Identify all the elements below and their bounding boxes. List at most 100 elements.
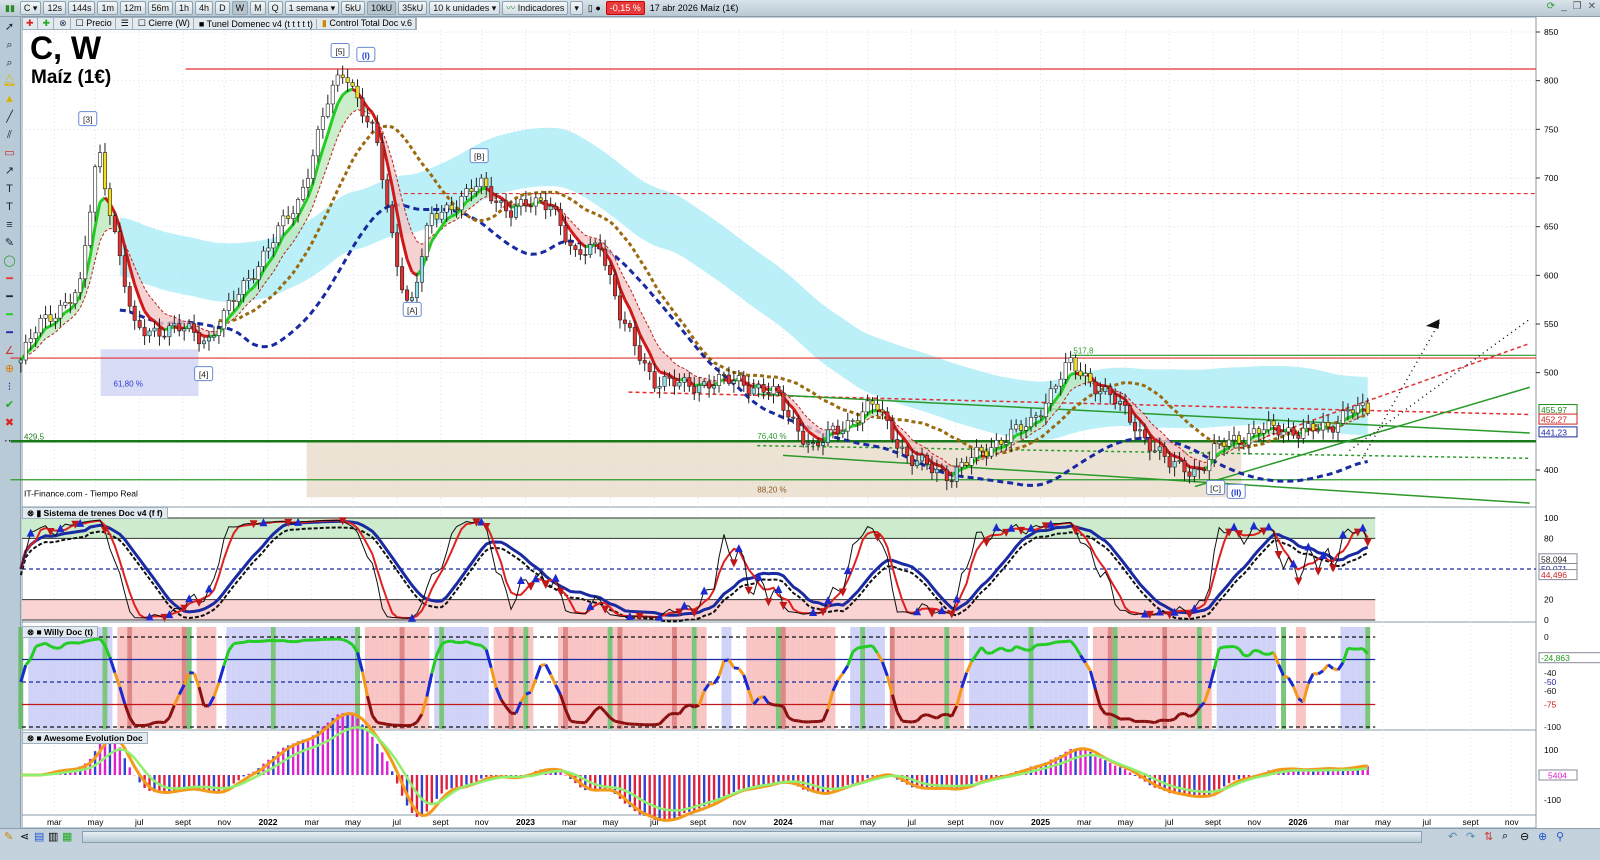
candle-body	[1177, 460, 1182, 462]
price-tick-label: 800	[1544, 76, 1558, 86]
ao-bar	[336, 714, 339, 775]
undo-icon[interactable]: ↶	[1448, 830, 1457, 843]
price-tag-label: 441,23	[1541, 427, 1567, 437]
condition-bar	[983, 627, 989, 729]
willy-line	[465, 640, 472, 645]
ao-bar	[658, 775, 661, 822]
panel-header-awesome: ⊗ ■ Awesome Evolution Doc	[22, 732, 148, 744]
candle-body	[939, 469, 944, 471]
layout-icon[interactable]: ▦	[62, 830, 72, 843]
panel-header-trenes: ⊗ ▮ Sistema de trenes Doc v4 (f f)	[22, 507, 168, 519]
legend-item-control[interactable]: ▮ Control Total Doc v.6	[319, 18, 417, 29]
willy-line	[238, 640, 244, 645]
condition-bar	[1246, 627, 1252, 729]
legend-item-tunel[interactable]: ■ Tunel Domenec v4 (t t t t t)	[196, 18, 317, 29]
candle-body	[588, 244, 593, 256]
autoscale-icon[interactable]: ⇅	[1484, 830, 1493, 843]
willy-line	[461, 640, 467, 645]
candle-body	[726, 374, 731, 384]
condition-bar	[1147, 627, 1153, 729]
candle-body	[548, 205, 553, 211]
candle-body	[306, 178, 311, 188]
condition-bar	[696, 627, 702, 729]
candle-body	[1222, 441, 1227, 447]
zoom-out-icon[interactable]: ⊖	[1520, 830, 1529, 843]
close-circle-icon[interactable]: ⊗	[56, 18, 71, 29]
willy-tick: 0	[1544, 632, 1549, 642]
add-green-icon[interactable]: ✚	[40, 18, 55, 29]
candle-body	[202, 340, 207, 345]
willy-line	[476, 643, 482, 647]
condition-bar	[518, 627, 524, 729]
price-tag-label: 452,27	[1541, 415, 1567, 425]
candle-body	[1048, 388, 1053, 404]
candle-body	[1266, 420, 1271, 431]
willy-line	[1050, 640, 1057, 646]
ao-bar	[742, 775, 745, 789]
horizontal-scrollbar[interactable]	[82, 831, 1422, 843]
condition-bar	[147, 627, 153, 729]
zoom-in-icon[interactable]: ⊕	[1538, 830, 1547, 843]
condition-bar	[211, 627, 217, 729]
condition-bar	[478, 627, 484, 729]
tunnel-fast-line	[1347, 414, 1354, 420]
candle-body	[1340, 410, 1345, 424]
condition-bar	[28, 627, 34, 729]
price-tick-label: 750	[1544, 124, 1558, 134]
bottom-toolbar: ✎ ⋖ ▤ ▥ ▦ ↶ ↷ ⇅ ⌕ ⊖ ⊕ ⚲	[0, 828, 1600, 860]
ao-bar	[653, 775, 656, 820]
ao-bar	[311, 735, 315, 775]
chat-icon[interactable]: ▤	[34, 830, 44, 843]
candle-body	[781, 392, 786, 411]
candle-body	[107, 188, 112, 217]
candle-body	[147, 330, 152, 337]
candle-body	[712, 385, 717, 389]
condition-bar	[597, 627, 603, 729]
legend-item-cierre[interactable]: ☐ Cierre (W)	[135, 18, 194, 29]
willy-line	[263, 639, 269, 643]
price-tag-label: 455,97	[1541, 405, 1567, 415]
candle-body	[1078, 370, 1083, 377]
condition-bar	[107, 627, 113, 729]
chart-canvas[interactable]: mar may jul sept nov 2022 mar may jul sept nov 2023…	[0, 0, 1600, 860]
willy-tick: -75	[1544, 700, 1557, 710]
template-icon[interactable]: ▥	[48, 830, 58, 843]
condition-bar	[379, 627, 385, 729]
candle-body	[915, 460, 920, 467]
willy-line	[94, 637, 101, 641]
willy-line	[995, 646, 1002, 652]
draw-icon[interactable]: ✎	[4, 830, 13, 843]
add-icon[interactable]: ✚	[23, 18, 38, 29]
legend-item-precio[interactable]: ☐ Precio	[73, 18, 116, 29]
redo-icon[interactable]: ↷	[1466, 830, 1475, 843]
candle-body	[231, 300, 236, 302]
willy-line	[778, 703, 784, 709]
ao-bar	[113, 739, 117, 775]
settings-icon[interactable]: ⚲	[1556, 830, 1564, 843]
share-icon[interactable]: ⋖	[20, 830, 29, 843]
condition-bar	[1082, 627, 1088, 729]
ao-bar	[480, 775, 483, 779]
willy-line	[902, 719, 908, 724]
ao-bar	[846, 775, 849, 785]
list-icon[interactable]: ☰	[118, 18, 133, 29]
time-tick-label: sept	[1205, 817, 1222, 827]
candle-body	[1038, 415, 1043, 418]
time-tick-label: may	[1117, 817, 1134, 827]
condition-bar	[305, 627, 311, 729]
zoom-fit-icon[interactable]: ⌕	[1502, 830, 1508, 843]
ao-bar	[717, 775, 721, 800]
condition-bar	[528, 627, 534, 729]
candle-body	[197, 332, 202, 345]
condition-bar	[87, 627, 93, 729]
candle-body	[553, 205, 558, 210]
time-tick-label: may	[1375, 817, 1392, 827]
candle-body	[152, 327, 157, 332]
price-tick-label: 400	[1544, 465, 1558, 475]
ao-bar	[232, 775, 235, 784]
ao-bar	[1094, 755, 1097, 775]
panel-title: Willy Doc (t)	[43, 627, 94, 637]
candle-body	[741, 375, 746, 386]
candle-body	[1167, 456, 1172, 468]
condition-bar	[914, 627, 920, 729]
